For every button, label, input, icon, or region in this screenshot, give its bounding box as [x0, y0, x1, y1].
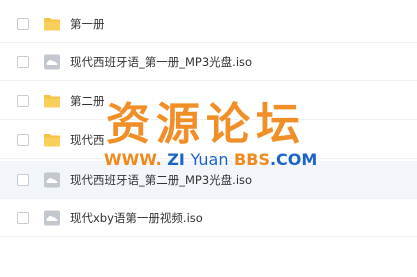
- file-name[interactable]: 现代西班牙语_第一册_MP3光盘.iso: [70, 54, 252, 70]
- list-item[interactable]: 第二册: [0, 82, 417, 120]
- folder-icon: [43, 92, 61, 110]
- list-item[interactable]: 现代西班牙语_第二册_MP3光盘.iso: [0, 161, 417, 199]
- row-checkbox[interactable]: [17, 174, 29, 186]
- row-checkbox[interactable]: [17, 18, 29, 30]
- row-checkbox[interactable]: [17, 56, 29, 68]
- folder-icon: [43, 131, 61, 149]
- cloud-file-icon: [43, 171, 61, 189]
- file-list: 第一册 现代西班牙语_第一册_MP3光盘.iso 第二册 现代西 现代西班牙语_…: [0, 0, 417, 277]
- file-name[interactable]: 第二册: [70, 93, 105, 109]
- file-name[interactable]: 现代xby语第一册视频.iso: [70, 210, 203, 226]
- cloud-file-icon: [43, 209, 61, 227]
- row-checkbox[interactable]: [17, 134, 29, 146]
- row-checkbox[interactable]: [17, 212, 29, 224]
- list-item[interactable]: 现代xby语第一册视频.iso: [0, 199, 417, 237]
- row-checkbox[interactable]: [17, 95, 29, 107]
- cloud-file-icon: [43, 53, 61, 71]
- list-item[interactable]: 第一册: [0, 5, 417, 43]
- list-item[interactable]: [0, 237, 417, 275]
- file-name[interactable]: 现代西班牙语_第二册_MP3光盘.iso: [70, 172, 252, 188]
- file-name[interactable]: 第一册: [70, 16, 105, 32]
- folder-icon: [43, 15, 61, 33]
- list-item[interactable]: 现代西: [0, 121, 417, 159]
- list-item[interactable]: 现代西班牙语_第一册_MP3光盘.iso: [0, 43, 417, 81]
- file-name[interactable]: 现代西: [70, 132, 105, 148]
